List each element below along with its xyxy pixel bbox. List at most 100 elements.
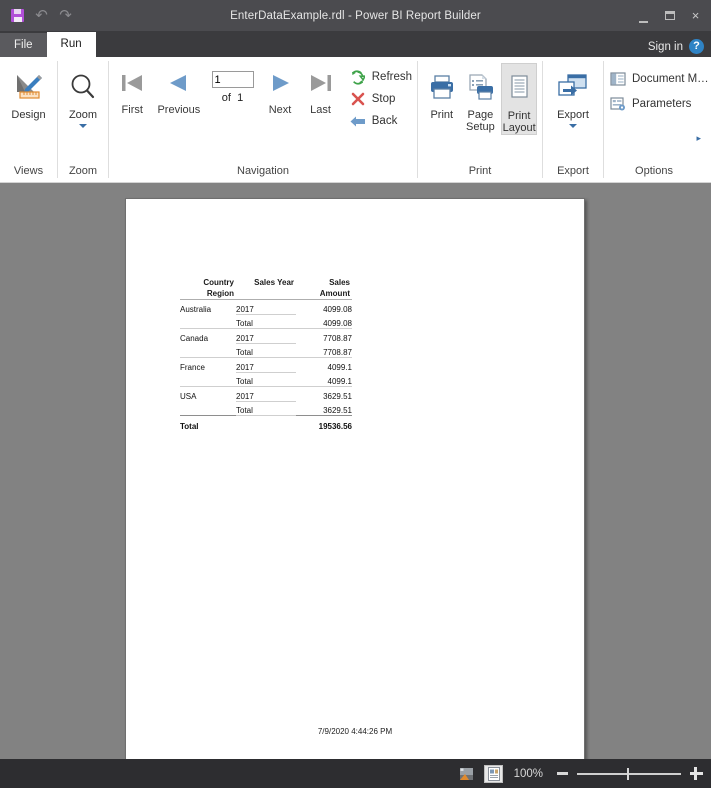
table-row: Canada 2017 7708.87: [180, 328, 352, 344]
back-label: Back: [371, 115, 398, 127]
first-page-label: First: [121, 104, 143, 116]
report-canvas[interactable]: Country Sales Year Sales Region Amount A…: [0, 183, 711, 759]
first-page-icon: [119, 63, 145, 103]
report-page: Country Sales Year Sales Region Amount A…: [125, 198, 585, 759]
previous-page-icon: [166, 63, 192, 103]
page-setup-icon: [465, 67, 495, 107]
last-page-label: Last: [310, 104, 331, 116]
table-row: USA 2017 3629.51: [180, 386, 352, 402]
cell-country: [180, 343, 236, 358]
normal-view-button[interactable]: [457, 765, 476, 783]
refresh-icon: [350, 69, 366, 85]
tab-file[interactable]: File: [0, 33, 47, 57]
group-label-options: Options: [635, 165, 673, 177]
last-page-button[interactable]: Last: [301, 63, 340, 116]
undo-button[interactable]: ↶: [33, 7, 50, 24]
document-map-label: Document M…: [632, 73, 709, 85]
report-footer-timestamp: 7/9/2020 4:44:26 PM: [317, 727, 393, 736]
stop-button[interactable]: Stop: [350, 91, 412, 107]
previous-page-button[interactable]: Previous: [154, 63, 205, 116]
zoom-out-button[interactable]: [555, 767, 569, 781]
navigation-actions: Refresh Stop Back: [342, 63, 412, 129]
header-year-line2: [236, 288, 296, 300]
print-layout-line1: Print: [507, 110, 531, 122]
grand-total-spacer: [236, 415, 296, 431]
design-icon: [13, 67, 45, 107]
ribbon: Design Views Zoom Zoom First Previous 1 …: [0, 57, 711, 183]
cell-year: Total: [236, 343, 296, 358]
zoom-button[interactable]: Zoom: [63, 63, 103, 128]
minus-icon: [556, 772, 568, 775]
parameters-button[interactable]: Parameters: [610, 96, 709, 112]
document-map-button[interactable]: Document M…: [610, 71, 709, 87]
print-layout-view-button[interactable]: [484, 764, 503, 783]
cell-year: 2017: [236, 386, 296, 402]
cell-year: Total: [236, 372, 296, 387]
chevron-down-icon[interactable]: [79, 124, 87, 128]
zoom-slider-thumb[interactable]: [627, 767, 629, 780]
export-button[interactable]: Export: [548, 63, 598, 128]
restore-button[interactable]: [662, 7, 677, 25]
window-title: EnterDataExample.rdl - Power BI Report B…: [230, 9, 481, 22]
total-pages: 1: [237, 92, 244, 104]
cell-year: 2017: [236, 328, 296, 344]
cell-amount: 4099.1: [296, 372, 352, 387]
signin-area: Sign in ?: [648, 39, 711, 57]
printer-icon: [427, 67, 457, 107]
cell-country: France: [180, 363, 205, 372]
quick-access-toolbar: ↶ ↷: [0, 7, 74, 24]
magnifier-icon: [68, 67, 98, 107]
stop-icon: [350, 91, 366, 107]
page-setup-button[interactable]: Page Setup: [464, 63, 498, 133]
cell-amount: 4099.1: [327, 363, 352, 372]
next-page-icon: [267, 63, 293, 103]
parameters-label: Parameters: [632, 98, 692, 110]
parameters-icon: [610, 96, 626, 112]
table-row: Total 4099.08: [180, 314, 352, 329]
cell-country: [180, 372, 236, 387]
ribbon-tab-strip: File Run Sign in ?: [0, 31, 711, 57]
cell-amount: 4099.08: [323, 305, 352, 314]
header-country-line1: Country: [203, 278, 234, 287]
zoom-level-label: 100%: [513, 767, 543, 780]
options-more-icon[interactable]: ▸: [696, 133, 701, 144]
refresh-button[interactable]: Refresh: [350, 69, 412, 85]
redo-icon: ↷: [59, 7, 72, 24]
report-table: Country Sales Year Sales Region Amount A…: [180, 277, 352, 431]
cell-country: Australia: [180, 305, 212, 314]
table-row: Total 4099.1: [180, 372, 352, 387]
tab-run[interactable]: Run: [46, 32, 96, 57]
save-button[interactable]: [9, 7, 26, 24]
table-header-row-2: Region Amount: [180, 288, 352, 300]
document-map-icon: [610, 71, 626, 87]
sign-in-link[interactable]: Sign in: [648, 41, 683, 53]
redo-button[interactable]: ↷: [57, 7, 74, 24]
zoom-slider-rail: [577, 773, 681, 775]
zoom-label: Zoom: [68, 109, 98, 121]
first-page-button[interactable]: First: [113, 63, 152, 116]
stop-label: Stop: [371, 93, 396, 105]
page-number-input[interactable]: [211, 71, 254, 88]
page-setup-line2: Setup: [466, 121, 495, 133]
table-row: Total 7708.87: [180, 343, 352, 358]
close-button[interactable]: ×: [688, 7, 703, 25]
print-layout-label: Print Layout: [503, 110, 536, 134]
help-icon[interactable]: ?: [689, 39, 704, 54]
plus-icon: [689, 772, 703, 775]
page-total-label: of 1: [222, 92, 243, 104]
cell-year: 2017: [236, 299, 296, 315]
print-layout-button[interactable]: Print Layout: [501, 63, 537, 135]
zoom-in-button[interactable]: [689, 767, 703, 781]
minimize-button[interactable]: [636, 5, 651, 26]
cell-country: Canada: [180, 334, 209, 343]
zoom-slider[interactable]: [577, 767, 681, 781]
next-page-button[interactable]: Next: [261, 63, 300, 116]
chevron-down-icon[interactable]: [569, 124, 577, 128]
print-button[interactable]: Print: [424, 63, 460, 121]
design-button[interactable]: Design: [5, 63, 52, 121]
page-setup-line1: Page: [467, 109, 494, 121]
save-icon: [11, 9, 24, 22]
group-label-navigation: Navigation: [237, 165, 289, 177]
table-row: Total 3629.51: [180, 401, 352, 416]
back-button[interactable]: Back: [350, 113, 412, 129]
